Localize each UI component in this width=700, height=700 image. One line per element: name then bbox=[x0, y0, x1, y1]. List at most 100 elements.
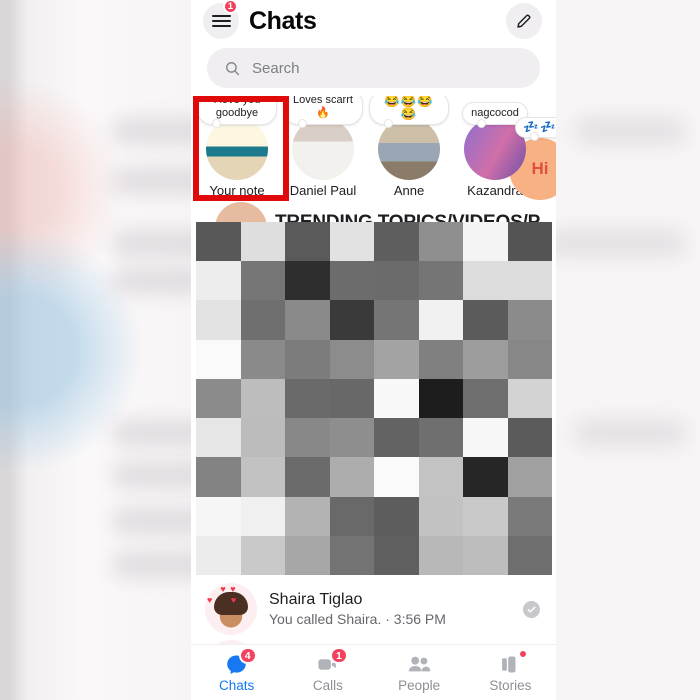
nav-tab-chats[interactable]: 4 Chats bbox=[191, 647, 282, 693]
censored-mosaic-overlay bbox=[196, 222, 552, 575]
mosaic-cell bbox=[240, 457, 285, 497]
chat-contact-name: Shaira Tiglao bbox=[269, 591, 363, 608]
note-author-name: Anne bbox=[393, 183, 425, 198]
mosaic-cell bbox=[240, 378, 285, 419]
mosaic-cell bbox=[240, 339, 285, 379]
mosaic-cell bbox=[418, 457, 463, 497]
video-call-icon: 1 bbox=[313, 647, 348, 676]
mosaic-cell bbox=[240, 261, 285, 301]
nav-label: People bbox=[398, 678, 441, 693]
mosaic-cell bbox=[285, 418, 330, 458]
people-icon bbox=[404, 652, 434, 676]
mosaic-cell bbox=[285, 261, 330, 301]
mosaic-cell bbox=[196, 300, 241, 340]
mosaic-cell bbox=[463, 261, 508, 301]
mosaic-cell bbox=[240, 300, 285, 340]
backdrop-ghost-row bbox=[546, 230, 686, 256]
mosaic-cell bbox=[285, 378, 330, 419]
mosaic-cell bbox=[374, 496, 419, 536]
mosaic-cell bbox=[418, 535, 463, 575]
mosaic-cell bbox=[418, 222, 463, 262]
mosaic-cell bbox=[374, 300, 419, 340]
mosaic-cell bbox=[196, 457, 241, 497]
note-item-anne[interactable]: 😂😂😂😂 Anne bbox=[369, 96, 449, 198]
nav-tab-calls[interactable]: 1 Calls bbox=[282, 647, 373, 693]
nav-tab-people[interactable]: People bbox=[374, 652, 465, 693]
mosaic-cell bbox=[374, 261, 419, 301]
mosaic-cell bbox=[285, 339, 330, 379]
app-header: 1 Chats bbox=[191, 0, 556, 42]
hearts-overlay-icon: ♥ ♥ ♥ ♥ ♥ bbox=[207, 584, 238, 605]
mosaic-cell bbox=[418, 496, 463, 536]
chat-bubble-icon: 4 bbox=[222, 647, 257, 676]
hamburger-menu-icon bbox=[211, 14, 231, 28]
menu-badge: 1 bbox=[222, 0, 238, 14]
mosaic-cell bbox=[240, 535, 285, 575]
mosaic-cell bbox=[196, 378, 241, 419]
mosaic-cell bbox=[507, 222, 552, 262]
seen-check-icon bbox=[523, 600, 540, 618]
note-item-your-note[interactable]: I love you goodbye Your note bbox=[197, 96, 277, 198]
mosaic-cell bbox=[463, 339, 508, 379]
messenger-app-screen: 1 Chats I love you goodbye Your note Lov… bbox=[191, 0, 556, 700]
mosaic-cell bbox=[418, 300, 463, 340]
compose-button[interactable] bbox=[506, 3, 542, 39]
bottom-navigation-bar: 4 Chats 1 Calls People Stories bbox=[191, 644, 556, 700]
mosaic-cell bbox=[507, 418, 552, 458]
mosaic-cell bbox=[285, 457, 330, 497]
mosaic-cell bbox=[285, 496, 330, 536]
pencil-compose-icon bbox=[517, 14, 531, 28]
chat-text-block: Shaira Tiglao You called Shaira. · 3:56 … bbox=[269, 589, 511, 629]
mosaic-cell bbox=[196, 222, 241, 262]
mosaic-cell bbox=[463, 535, 508, 575]
mosaic-cell bbox=[329, 222, 374, 262]
notes-carousel[interactable]: I love you goodbye Your note Loves scarr… bbox=[191, 96, 556, 200]
mosaic-cell bbox=[285, 535, 330, 575]
note-author-name: Your note bbox=[209, 183, 265, 198]
mosaic-cell bbox=[196, 418, 241, 458]
note-item-daniel-paul[interactable]: Loves scarrt 🔥 Daniel Paul bbox=[283, 96, 363, 198]
note-bubble-text: Loves scarrt 🔥 bbox=[283, 96, 363, 128]
hamburger-menu-button[interactable]: 1 bbox=[203, 0, 239, 39]
mosaic-cell bbox=[507, 339, 552, 379]
search-container bbox=[191, 42, 556, 96]
mosaic-cell bbox=[374, 457, 419, 497]
chat-list-item-shaira-tiglao[interactable]: ♥ ♥ ♥ ♥ ♥ Shaira Tiglao You called Shaira… bbox=[191, 578, 556, 640]
mosaic-cell bbox=[374, 418, 419, 458]
note-bubble-text: 😂😂😂😂 bbox=[369, 96, 449, 128]
mosaic-cell bbox=[285, 222, 330, 262]
mosaic-cell bbox=[463, 418, 508, 458]
mosaic-cell bbox=[507, 261, 552, 301]
note-bubble-text: I love you goodbye bbox=[197, 96, 277, 128]
mosaic-cell bbox=[329, 339, 374, 379]
mosaic-cell bbox=[418, 261, 463, 301]
search-bar[interactable] bbox=[207, 48, 540, 88]
mosaic-cell bbox=[240, 496, 285, 536]
search-input[interactable] bbox=[252, 59, 523, 77]
nav-label: Calls bbox=[312, 678, 343, 693]
nav-tab-stories[interactable]: Stories bbox=[465, 649, 556, 693]
nav-label: Stories bbox=[489, 678, 532, 693]
mosaic-cell bbox=[285, 300, 330, 340]
note-author-name: Daniel Paul bbox=[289, 183, 357, 198]
mosaic-cell bbox=[329, 496, 374, 536]
mosaic-cell bbox=[196, 261, 241, 301]
backdrop-ghost-row bbox=[574, 420, 686, 446]
mosaic-cell bbox=[329, 300, 374, 340]
mosaic-cell bbox=[329, 535, 374, 575]
chat-preview-text: You called Shaira. · 3:56 PM bbox=[269, 611, 446, 627]
stories-icon bbox=[495, 649, 529, 676]
mosaic-cell bbox=[196, 496, 241, 536]
mosaic-cell bbox=[463, 300, 508, 340]
content-area: TRENDING TOPICS/VIDEOS/P bbox=[191, 200, 556, 578]
backdrop-ghost-row bbox=[574, 118, 686, 144]
mosaic-cell bbox=[240, 418, 285, 458]
nav-badge: 4 bbox=[238, 647, 257, 664]
mosaic-cell bbox=[507, 457, 552, 497]
mosaic-cell bbox=[329, 418, 374, 458]
mosaic-cell bbox=[240, 222, 285, 262]
avatar: ♥ ♥ ♥ ♥ ♥ bbox=[205, 583, 257, 635]
mosaic-cell bbox=[507, 300, 552, 340]
mosaic-cell bbox=[329, 261, 374, 301]
mosaic-cell bbox=[196, 339, 241, 379]
